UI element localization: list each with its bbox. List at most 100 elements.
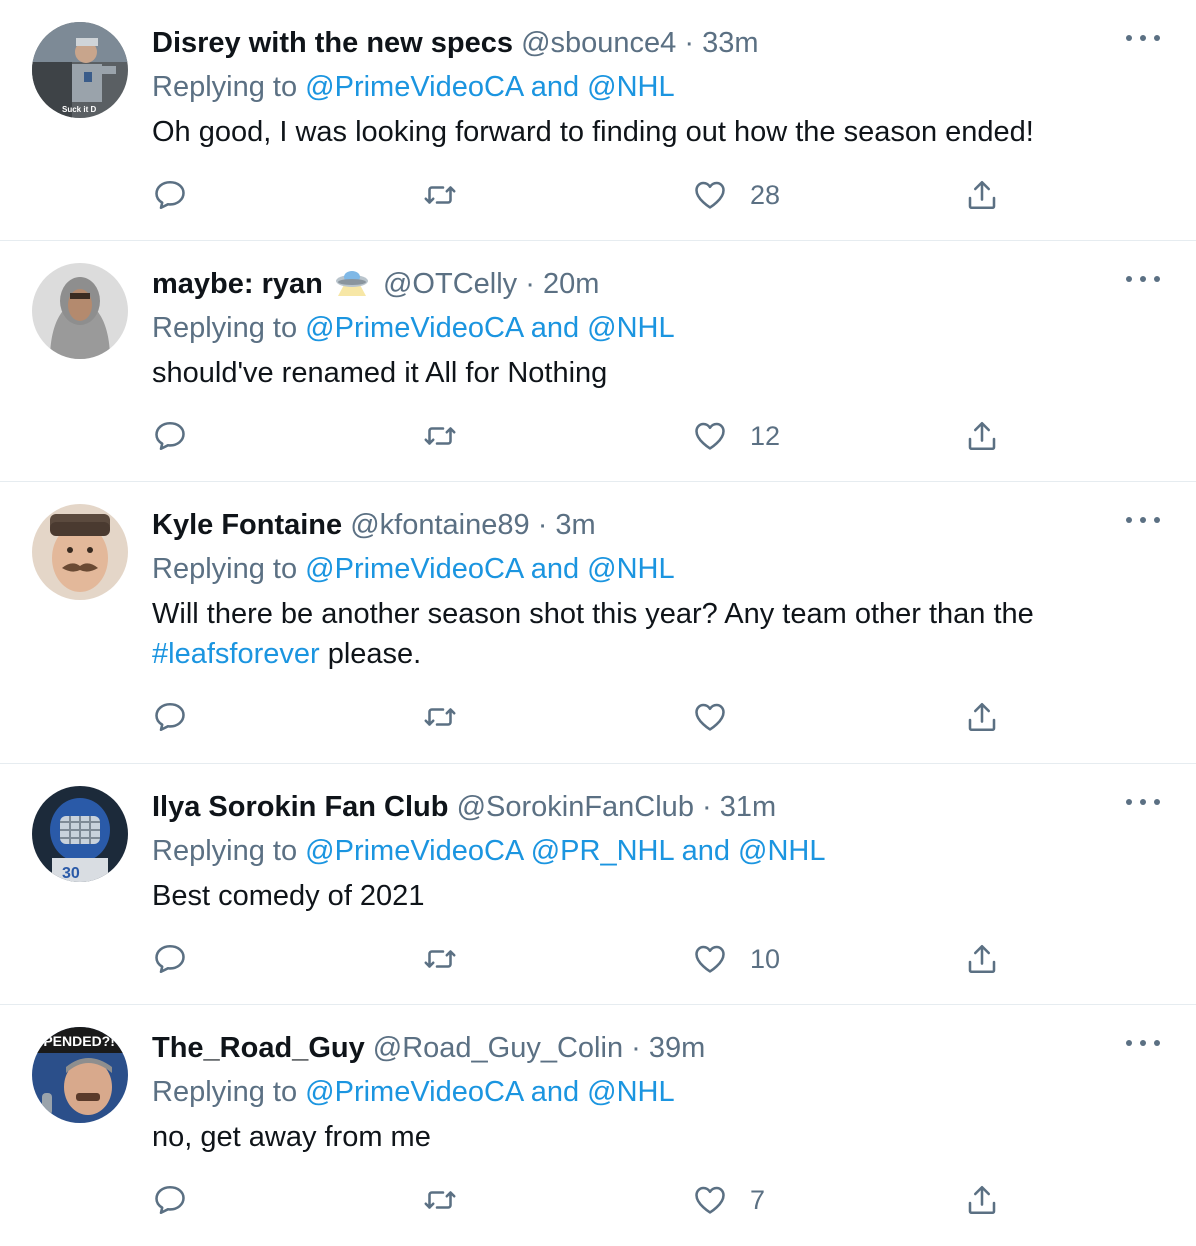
handle[interactable]: @SorokinFanClub xyxy=(457,791,694,823)
mention-link[interactable]: @NHL xyxy=(738,835,825,867)
share-button[interactable] xyxy=(964,415,1000,457)
more-icon[interactable] xyxy=(1126,1033,1160,1053)
avatar-caption: Suck it D xyxy=(62,105,96,114)
reply-button[interactable] xyxy=(152,415,188,457)
tweet-text: should've renamed it All for Nothing xyxy=(152,357,608,389)
tweet-text: no, get away from me xyxy=(152,1121,431,1153)
display-name[interactable]: Ilya Sorokin Fan Club xyxy=(152,791,449,823)
replying-to: Replying to @PrimeVideoCA and @NHL xyxy=(152,309,675,347)
hashtag-link[interactable]: #leafsforever xyxy=(152,638,320,670)
tweet[interactable]: Suck it D Disrey with the new specs @sbo… xyxy=(0,0,1196,241)
like-button[interactable] xyxy=(692,696,750,738)
timestamp[interactable]: 31m xyxy=(720,791,776,823)
tweet[interactable]: 30 Ilya Sorokin Fan Club @SorokinFanClub… xyxy=(0,764,1196,1005)
timestamp[interactable]: 39m xyxy=(649,1032,705,1064)
retweet-icon xyxy=(424,427,456,445)
tweet-text-part: Will there be another season shot this y… xyxy=(152,598,1034,630)
tweet-actions: 12 xyxy=(152,415,1012,457)
tweet-header: The_Road_Guy @Road_Guy_Colin · 39m xyxy=(152,1029,705,1067)
mention-link[interactable]: @NHL xyxy=(587,312,674,344)
avatar[interactable]: Suck it D xyxy=(32,22,128,118)
mention-link[interactable]: @PrimeVideoCA xyxy=(305,1076,523,1108)
mention-link[interactable]: @PrimeVideoCA xyxy=(305,835,523,867)
replying-to: Replying to @PrimeVideoCA and @NHL xyxy=(152,1073,675,1111)
share-button[interactable] xyxy=(964,174,1000,216)
mention-link[interactable]: @PR_NHL xyxy=(531,835,674,867)
mention-conjunction[interactable]: and xyxy=(531,312,579,344)
share-button[interactable] xyxy=(964,696,1000,738)
like-button[interactable]: 28 xyxy=(692,174,780,216)
retweet-button[interactable] xyxy=(422,938,458,980)
reply-icon xyxy=(155,421,185,451)
share-button[interactable] xyxy=(964,938,1000,980)
reply-button[interactable] xyxy=(152,1179,188,1221)
handle[interactable]: @kfontaine89 xyxy=(350,509,529,541)
handle[interactable]: @OTCelly xyxy=(383,268,517,300)
like-button[interactable]: 7 xyxy=(692,1179,765,1221)
tweet[interactable]: Kyle Fontaine @kfontaine89 · 3m Replying… xyxy=(0,482,1196,764)
like-button[interactable]: 12 xyxy=(692,415,780,457)
mention-link[interactable]: @PrimeVideoCA xyxy=(305,312,523,344)
timestamp[interactable]: 20m xyxy=(543,268,599,300)
handle[interactable]: @Road_Guy_Colin xyxy=(373,1032,623,1064)
more-icon[interactable] xyxy=(1126,510,1160,530)
separator: · xyxy=(702,791,712,823)
timestamp[interactable]: 33m xyxy=(702,27,758,59)
avatar-image xyxy=(32,263,128,359)
retweet-button[interactable] xyxy=(422,415,458,457)
avatar[interactable]: SPENDED?! xyxy=(32,1027,128,1123)
mention-link[interactable]: @PrimeVideoCA xyxy=(305,553,523,585)
display-name[interactable]: maybe: ryan xyxy=(152,268,323,300)
mention-link[interactable]: @NHL xyxy=(587,71,674,103)
avatar-image: SPENDED?! xyxy=(32,1027,128,1123)
replying-prefix: Replying to xyxy=(152,835,298,867)
mention-conjunction[interactable]: and xyxy=(682,835,730,867)
avatar-caption: 30 xyxy=(62,865,80,882)
reply-icon xyxy=(155,180,185,210)
mention-conjunction[interactable]: and xyxy=(531,1076,579,1108)
reply-button[interactable] xyxy=(152,696,188,738)
replying-prefix: Replying to xyxy=(152,553,298,585)
tweet-header: Kyle Fontaine @kfontaine89 · 3m xyxy=(152,506,596,544)
reply-button[interactable] xyxy=(152,174,188,216)
avatar[interactable] xyxy=(32,504,128,600)
heart-icon xyxy=(695,703,725,731)
mention-link[interactable]: @NHL xyxy=(587,553,674,585)
mention-link[interactable]: @NHL xyxy=(587,1076,674,1108)
avatar[interactable]: 30 xyxy=(32,786,128,882)
mention-conjunction[interactable]: and xyxy=(531,553,579,585)
more-icon[interactable] xyxy=(1126,28,1160,48)
share-button[interactable] xyxy=(964,1179,1000,1221)
tweet-actions: 10 xyxy=(152,938,1012,980)
mention-conjunction[interactable]: and xyxy=(531,71,579,103)
ufo-icon xyxy=(335,267,369,307)
heart-icon xyxy=(695,945,725,973)
handle[interactable]: @sbounce4 xyxy=(521,27,676,59)
share-icon xyxy=(968,702,996,732)
separator: · xyxy=(684,27,695,59)
replying-to: Replying to @PrimeVideoCA @PR_NHL and @N… xyxy=(152,832,825,870)
timestamp[interactable]: 3m xyxy=(555,509,595,541)
avatar[interactable] xyxy=(32,263,128,359)
tweet[interactable]: maybe: ryan @OTCelly · 20m Replying to @… xyxy=(0,241,1196,482)
reply-button[interactable] xyxy=(152,938,188,980)
more-icon[interactable] xyxy=(1126,269,1160,289)
mention-link[interactable]: @PrimeVideoCA xyxy=(305,71,523,103)
share-icon xyxy=(968,421,996,451)
replies-feed: Suck it D Disrey with the new specs @sbo… xyxy=(0,0,1196,1246)
retweet-button[interactable] xyxy=(422,1179,458,1221)
tweet-text: Oh good, I was looking forward to findin… xyxy=(152,116,1034,148)
display-name[interactable]: Kyle Fontaine xyxy=(152,509,342,541)
retweet-button[interactable] xyxy=(422,174,458,216)
display-name[interactable]: Disrey with the new specs xyxy=(152,27,513,59)
retweet-button[interactable] xyxy=(422,696,458,738)
display-name[interactable]: The_Road_Guy xyxy=(152,1032,365,1064)
avatar-image: 30 xyxy=(32,786,128,882)
replying-prefix: Replying to xyxy=(152,71,298,103)
like-button[interactable]: 10 xyxy=(692,938,780,980)
replying-prefix: Replying to xyxy=(152,1076,298,1108)
separator: · xyxy=(631,1032,641,1064)
tweet[interactable]: SPENDED?! The_Road_Guy @Road_Guy_Colin ·… xyxy=(0,1005,1196,1246)
more-icon[interactable] xyxy=(1126,792,1160,812)
avatar-image xyxy=(32,504,128,600)
